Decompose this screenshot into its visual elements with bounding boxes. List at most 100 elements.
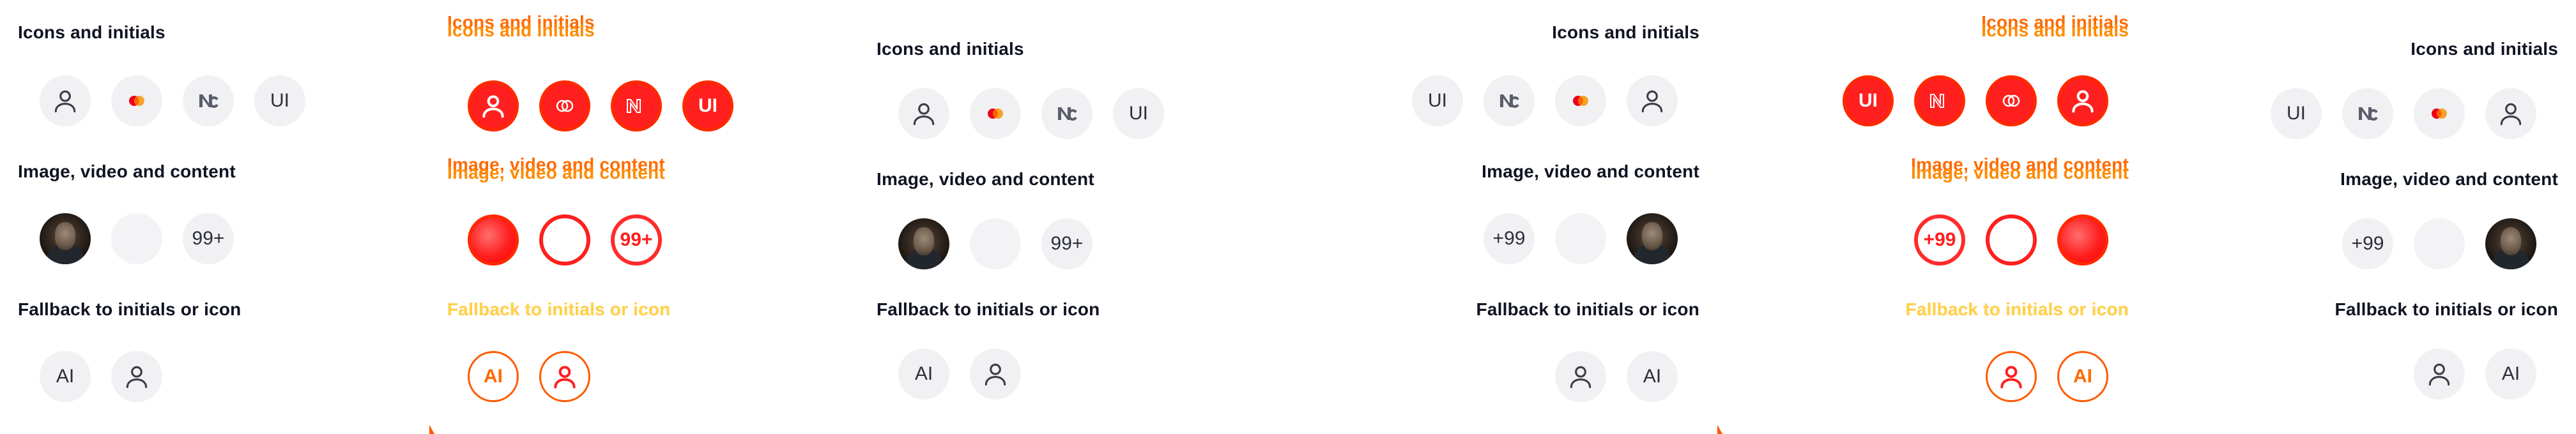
avatar-initials-ui[interactable]: UI — [1843, 75, 1894, 126]
avatar-nc-logo[interactable] — [611, 80, 662, 131]
user-icon — [551, 363, 579, 391]
avatar-row-icons: UI — [18, 75, 411, 126]
avatar-photo[interactable] — [2485, 218, 2536, 269]
section-title-fallback: Fallback to initials or icon — [1905, 299, 2129, 319]
user-icon — [123, 363, 151, 391]
mastercard-logo-icon — [1997, 87, 2025, 115]
user-icon — [1638, 87, 1666, 115]
avatar-empty[interactable] — [2414, 218, 2465, 269]
avatar-photo[interactable] — [1627, 213, 1678, 264]
avatar-fallback-text: AI — [1643, 366, 1662, 387]
avatar-count-text: 99+ — [620, 229, 653, 250]
avatar-row-icons: UI — [2165, 88, 2558, 139]
section-icons-initials: Icons and initials — [18, 22, 411, 43]
avatar-count[interactable]: 99+ — [611, 214, 662, 266]
avatar-count[interactable]: +99 — [1914, 214, 1965, 266]
avatar-row-icons: UI — [877, 88, 1270, 139]
avatar-count-text: 99+ — [1050, 233, 1084, 254]
section-title-icons-initials: Icons and initials — [447, 20, 595, 40]
avatar-count[interactable]: +99 — [1483, 213, 1535, 264]
section-title-icons-initials: Icons and initials — [18, 22, 165, 42]
avatar-fallback-initials[interactable]: AI — [1627, 351, 1678, 402]
avatar-nc-logo[interactable] — [2342, 88, 2393, 139]
avatar-nc-logo[interactable] — [183, 75, 234, 126]
avatar-fallback-text: AI — [2501, 363, 2520, 384]
avatar-count[interactable]: +99 — [2342, 218, 2393, 269]
diff-corner-marker — [429, 423, 434, 434]
photo-face — [2501, 227, 2521, 255]
avatar-empty[interactable] — [970, 218, 1021, 269]
avatar-photo[interactable] — [898, 218, 949, 269]
avatar-initials-ui[interactable]: UI — [1412, 75, 1463, 126]
avatar-mastercard[interactable] — [539, 80, 590, 131]
panel-ltr-offset: Icons and initials UI Image, video and c… — [859, 0, 1288, 434]
mastercard-logo-icon — [551, 92, 579, 120]
avatar-fallback-user[interactable] — [539, 351, 590, 402]
avatar-fallback-user[interactable] — [111, 351, 162, 402]
avatar-fallback-user[interactable] — [2414, 348, 2465, 400]
avatar-user-icon[interactable] — [468, 80, 519, 131]
avatar-empty[interactable] — [1986, 214, 2037, 266]
avatar-user-icon[interactable] — [898, 88, 949, 139]
avatar-mastercard[interactable] — [970, 88, 1021, 139]
avatar-fallback-text: AI — [2073, 366, 2092, 387]
avatar-user-icon[interactable] — [40, 75, 91, 126]
user-icon — [2497, 100, 2525, 128]
avatar-user-icon[interactable] — [1627, 75, 1678, 126]
avatar-initials-text: UI — [698, 95, 717, 116]
avatar-row-media: 99+ — [877, 218, 1270, 269]
avatar-photo[interactable] — [40, 213, 91, 264]
avatar-mastercard[interactable] — [1986, 75, 2037, 126]
avatar-fallback-user[interactable] — [1986, 351, 2037, 402]
avatar-initials-ui[interactable]: UI — [682, 80, 733, 131]
avatar-fallback-user[interactable] — [1555, 351, 1606, 402]
section-title-fallback: Fallback to initials or icon — [18, 299, 241, 319]
avatar-photo[interactable] — [468, 214, 519, 266]
avatar-row-media: +99 — [1306, 213, 1699, 264]
avatar-initials-text: UI — [1428, 90, 1447, 111]
avatar-row-media: +99 — [1735, 214, 2129, 266]
section-title-fallback: Fallback to initials or icon — [877, 299, 1100, 319]
user-icon — [1997, 363, 2025, 391]
avatar-nc-logo[interactable] — [1914, 75, 1965, 126]
avatar-mastercard[interactable] — [111, 75, 162, 126]
avatar-initials-ui[interactable]: UI — [254, 75, 305, 126]
avatar-initials-ui[interactable]: UI — [1113, 88, 1164, 139]
avatar-empty[interactable] — [1555, 213, 1606, 264]
avatar-fallback-user[interactable] — [970, 348, 1021, 400]
avatar-mastercard[interactable] — [1555, 75, 1606, 126]
panel-ltr: Icons and initials UI Image, video and c… — [0, 0, 429, 434]
section-title-icons-initials: Icons and initials — [877, 39, 1024, 59]
avatar-count[interactable]: 99+ — [1041, 218, 1092, 269]
avatar-user-icon[interactable] — [2057, 75, 2108, 126]
section-title-icons-initials: Icons and initials — [2411, 39, 2558, 59]
avatar-nc-logo[interactable] — [1483, 75, 1535, 126]
section-title-image-video: Image, video and content — [1482, 161, 1699, 181]
avatar-mastercard[interactable] — [2414, 88, 2465, 139]
avatar-fallback-text: AI — [484, 366, 503, 387]
avatar-empty[interactable] — [539, 214, 590, 266]
user-icon — [51, 87, 79, 115]
avatar-fallback-initials[interactable]: AI — [2485, 348, 2536, 400]
avatar-row-media: +99 — [2165, 218, 2558, 269]
avatar-count[interactable]: 99+ — [183, 213, 234, 264]
avatar-photo[interactable] — [2057, 214, 2108, 266]
section-title-icons-initials: Icons and initials — [1981, 20, 2129, 40]
avatar-row-icons: UI — [1306, 75, 1699, 126]
avatar-fallback-initials[interactable]: AI — [40, 351, 91, 402]
avatar-fallback-initials[interactable]: AI — [2057, 351, 2108, 402]
avatar-nc-logo[interactable] — [1041, 88, 1092, 139]
panel-rtl: Icons and initials UI Image, video and c… — [1288, 0, 1717, 434]
section-title-image-video: Image, video and content — [447, 163, 665, 183]
avatar-fallback-initials[interactable]: AI — [468, 351, 519, 402]
avatar-empty[interactable] — [111, 213, 162, 264]
section-title-image-video: Image, video and content — [1911, 163, 2129, 183]
avatar-fallback-initials[interactable]: AI — [898, 348, 949, 400]
avatar-initials-ui[interactable]: UI — [2271, 88, 2322, 139]
nc-logo-icon — [1926, 87, 1954, 115]
avatar-row-icons: UI — [1735, 75, 2129, 126]
section-title-fallback: Fallback to initials or icon — [2334, 299, 2558, 319]
avatar-count-text: +99 — [1492, 228, 1526, 249]
mastercard-logo-icon — [1567, 87, 1595, 115]
avatar-user-icon[interactable] — [2485, 88, 2536, 139]
